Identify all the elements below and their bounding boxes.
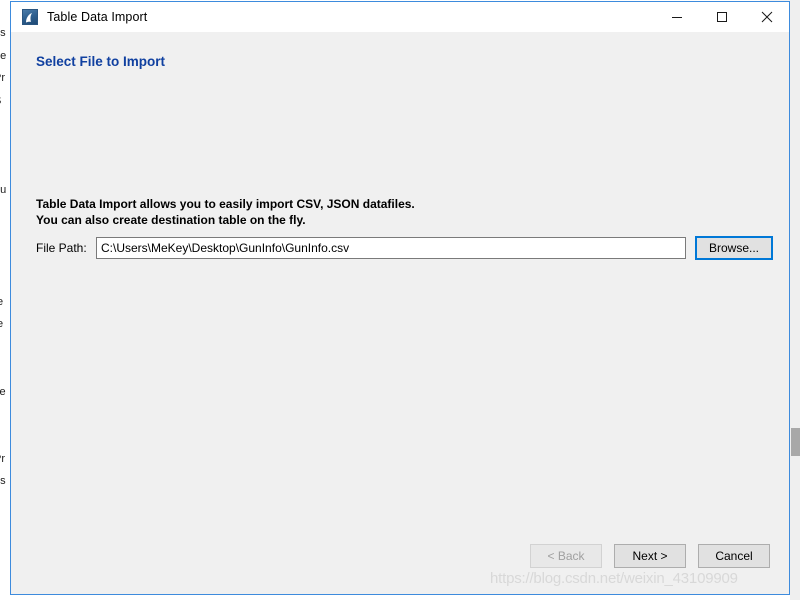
- maximize-icon[interactable]: [699, 2, 744, 32]
- browse-button[interactable]: Browse...: [695, 236, 773, 260]
- footer-button-group: < Back Next > Cancel: [530, 544, 770, 568]
- bg-fragment: ns: [0, 475, 6, 488]
- bg-fragment: [0, 246, 10, 268]
- background-scrollbar-track[interactable]: [791, 30, 800, 600]
- table-data-import-dialog: Table Data Import Select File to Import …: [10, 1, 790, 595]
- bg-fragment: S: [0, 90, 10, 112]
- back-button: < Back: [530, 544, 602, 568]
- bg-fragment: te: [0, 296, 4, 309]
- next-button[interactable]: Next >: [614, 544, 686, 568]
- background-left-window-edge: us ne Pr S t t/ nu : e te te se Pr ns: [0, 0, 10, 600]
- bg-fragment: [0, 269, 10, 291]
- bg-fragment: [0, 403, 10, 425]
- bg-fragment: Pr: [0, 72, 5, 85]
- window-controls: [654, 2, 789, 32]
- bg-fragment: t: [0, 112, 10, 134]
- window-title: Table Data Import: [47, 10, 148, 24]
- bg-fragment: e: [0, 224, 10, 246]
- file-path-label: File Path:: [36, 241, 87, 255]
- bg-fragment: Pr: [0, 452, 5, 465]
- background-scrollbar-thumb[interactable]: [791, 428, 800, 456]
- page-header: Select File to Import: [11, 32, 789, 69]
- bg-fragment: t/: [0, 134, 10, 156]
- page-title: Select File to Import: [36, 54, 166, 69]
- bg-fragment: nu: [0, 184, 7, 197]
- mysql-workbench-icon: [22, 9, 38, 25]
- cancel-button[interactable]: Cancel: [698, 544, 770, 568]
- bg-fragment: [0, 157, 10, 179]
- dialog-footer: < Back Next > Cancel: [11, 538, 789, 594]
- file-path-row: File Path: Browse...: [36, 236, 773, 260]
- file-path-input[interactable]: [96, 237, 686, 259]
- bg-fragment: [0, 425, 10, 447]
- bg-fragment: us: [0, 27, 6, 40]
- bg-fragment: [0, 358, 10, 380]
- dialog-body: Table Data Import allows you to easily i…: [11, 69, 789, 538]
- background-text-fragments: us ne Pr S t t/ nu : e te te se Pr ns: [0, 0, 10, 493]
- bg-fragment: [0, 336, 10, 358]
- description-text: Table Data Import allows you to easily i…: [36, 196, 415, 228]
- bg-fragment: ne: [0, 49, 7, 62]
- bg-fragment: se: [0, 385, 6, 398]
- description-line-1: Table Data Import allows you to easily i…: [36, 197, 415, 211]
- description-line-2: You can also create destination table on…: [36, 213, 306, 227]
- bg-fragment: :: [0, 202, 10, 224]
- bg-fragment: [0, 0, 10, 22]
- close-icon[interactable]: [744, 2, 789, 32]
- titlebar[interactable]: Table Data Import: [11, 2, 789, 32]
- minimize-icon[interactable]: [654, 2, 699, 32]
- bg-fragment: te: [0, 318, 4, 331]
